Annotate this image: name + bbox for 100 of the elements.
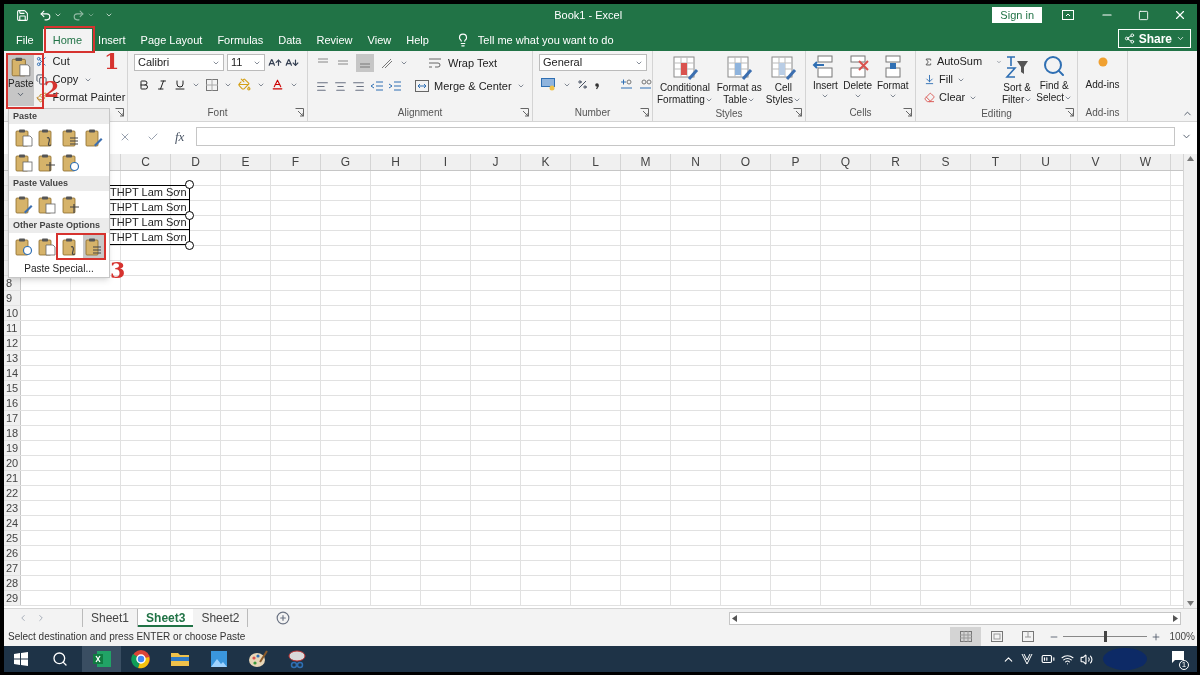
column-header[interactable]: Q [840, 154, 851, 171]
ribbon-tab[interactable]: Page Layout [134, 29, 209, 51]
dialog-launcher-icon[interactable] [295, 108, 304, 117]
column-header[interactable]: H [391, 154, 400, 171]
fill-color-icon[interactable] [238, 78, 251, 91]
row-header[interactable]: 26 [4, 546, 19, 560]
ribbon-button[interactable]: Conditional Formatting [657, 54, 713, 106]
align-right-icon[interactable] [352, 79, 365, 93]
row-header[interactable]: 10 [4, 306, 19, 320]
formula-input[interactable] [196, 127, 1175, 146]
italic-icon[interactable] [156, 78, 168, 91]
ribbon-tab[interactable]: View [361, 29, 398, 51]
underline-icon[interactable] [174, 78, 186, 91]
ribbon-button[interactable]: Find & Select [1036, 54, 1073, 106]
column-header[interactable]: I [443, 154, 448, 171]
dialog-launcher-icon[interactable] [115, 108, 124, 117]
save-icon[interactable] [16, 8, 29, 22]
row-header[interactable]: 15 [4, 381, 19, 395]
currency-icon[interactable] [541, 78, 557, 91]
clear-button[interactable]: Clear [924, 90, 1002, 105]
font-name-field[interactable]: Calibri [134, 54, 224, 71]
ribbon-tab[interactable]: Data [272, 29, 308, 51]
vertical-scrollbar[interactable] [1183, 154, 1197, 608]
column-header[interactable]: D [191, 154, 200, 171]
row-header[interactable]: 21 [4, 471, 19, 485]
sign-in-button[interactable]: Sign in [992, 7, 1042, 23]
resize-handle[interactable] [185, 180, 194, 189]
horizontal-scrollbar[interactable] [729, 611, 1181, 625]
close-icon[interactable] [1173, 8, 1187, 22]
column-header[interactable]: N [691, 154, 700, 171]
increase-decimal-icon[interactable] [620, 78, 633, 91]
restore-icon[interactable] [1138, 9, 1149, 21]
decrease-decimal-icon[interactable] [639, 78, 652, 91]
column-header[interactable]: F [291, 154, 300, 171]
fill-button[interactable]: Fill [924, 72, 1002, 87]
column-header[interactable]: M [640, 154, 651, 171]
wifi-icon[interactable] [1061, 652, 1074, 666]
sheet-tab[interactable]: Sheet3 [138, 609, 194, 627]
zoom-thumb[interactable] [1103, 631, 1107, 642]
percent-icon[interactable] [577, 79, 588, 90]
row-header[interactable]: 19 [4, 441, 19, 455]
column-header[interactable]: U [1041, 154, 1050, 171]
share-button[interactable]: Share [1117, 29, 1191, 48]
redo-icon[interactable] [72, 8, 85, 22]
row-header[interactable]: 18 [4, 426, 19, 440]
align-left-icon[interactable] [316, 79, 329, 93]
column-header[interactable]: J [492, 154, 499, 171]
font-size-field[interactable]: 11 [227, 54, 265, 71]
dialog-launcher-icon[interactable] [640, 108, 649, 117]
dialog-launcher-icon[interactable] [793, 108, 802, 117]
column-header[interactable]: E [241, 154, 250, 171]
row-header[interactable]: 14 [4, 366, 19, 380]
row-header[interactable]: 12 [4, 336, 19, 350]
ribbon-display-icon[interactable] [1062, 10, 1074, 20]
row-header[interactable]: 13 [4, 351, 19, 365]
ribbon-button[interactable]: Delete [843, 54, 873, 105]
font-color-icon[interactable] [271, 78, 284, 91]
ribbon-tab[interactable]: Formulas [211, 29, 270, 51]
ribbon-tab[interactable]: Home [42, 29, 93, 51]
scroll-up-icon[interactable] [1187, 156, 1194, 161]
paste-option[interactable] [82, 235, 106, 258]
v-logo-icon[interactable] [1021, 653, 1033, 665]
ribbon-button[interactable]: Sort & Filter [1002, 54, 1033, 106]
paste-button[interactable]: Paste [8, 54, 34, 106]
merge-center-button[interactable]: Merge & Center [434, 78, 512, 95]
ribbon-button[interactable]: Format [876, 54, 909, 105]
row-header[interactable]: 28 [4, 576, 19, 590]
column-header[interactable]: T [991, 154, 1000, 171]
scroll-down-icon[interactable] [1187, 601, 1194, 606]
undo-icon[interactable] [39, 8, 52, 22]
number-format-field[interactable]: General [539, 54, 647, 71]
column-header[interactable]: G [340, 154, 351, 171]
dialog-launcher-icon[interactable] [520, 108, 529, 117]
wrap-text-button[interactable]: Wrap Text [448, 54, 498, 72]
ribbon-button[interactable]: Format as Table [716, 54, 762, 106]
orientation-icon[interactable] [380, 56, 394, 70]
bold-icon[interactable] [138, 78, 150, 91]
dialog-launcher-icon[interactable] [1065, 108, 1074, 117]
paste-special-link[interactable]: Paste Special... [9, 263, 109, 275]
notification-button[interactable]: 1 [1171, 650, 1189, 668]
column-header[interactable]: L [592, 154, 599, 171]
align-center-icon[interactable] [334, 79, 347, 93]
dialog-launcher-icon[interactable] [903, 108, 912, 117]
resize-handle[interactable] [185, 211, 194, 220]
row-header[interactable]: 20 [4, 456, 19, 470]
row-header[interactable]: 17 [4, 411, 19, 425]
ribbon-tab[interactable]: File [10, 29, 40, 51]
borders-icon[interactable] [206, 78, 218, 91]
row-header[interactable]: 23 [4, 501, 19, 515]
zoom-level[interactable]: 100% [1169, 629, 1195, 644]
column-header[interactable]: R [891, 154, 900, 171]
zoom-in-icon[interactable] [1151, 631, 1162, 642]
ribbon-tab[interactable]: Review [310, 29, 359, 51]
row-header[interactable]: 16 [4, 396, 19, 410]
ribbon-button[interactable]: Cell Styles [765, 54, 801, 106]
view-button[interactable] [950, 627, 982, 646]
column-header[interactable]: S [941, 154, 950, 171]
row-header[interactable]: 24 [4, 516, 19, 530]
search-icon[interactable] [52, 651, 68, 667]
ribbon-button[interactable]: Insert [812, 54, 839, 105]
